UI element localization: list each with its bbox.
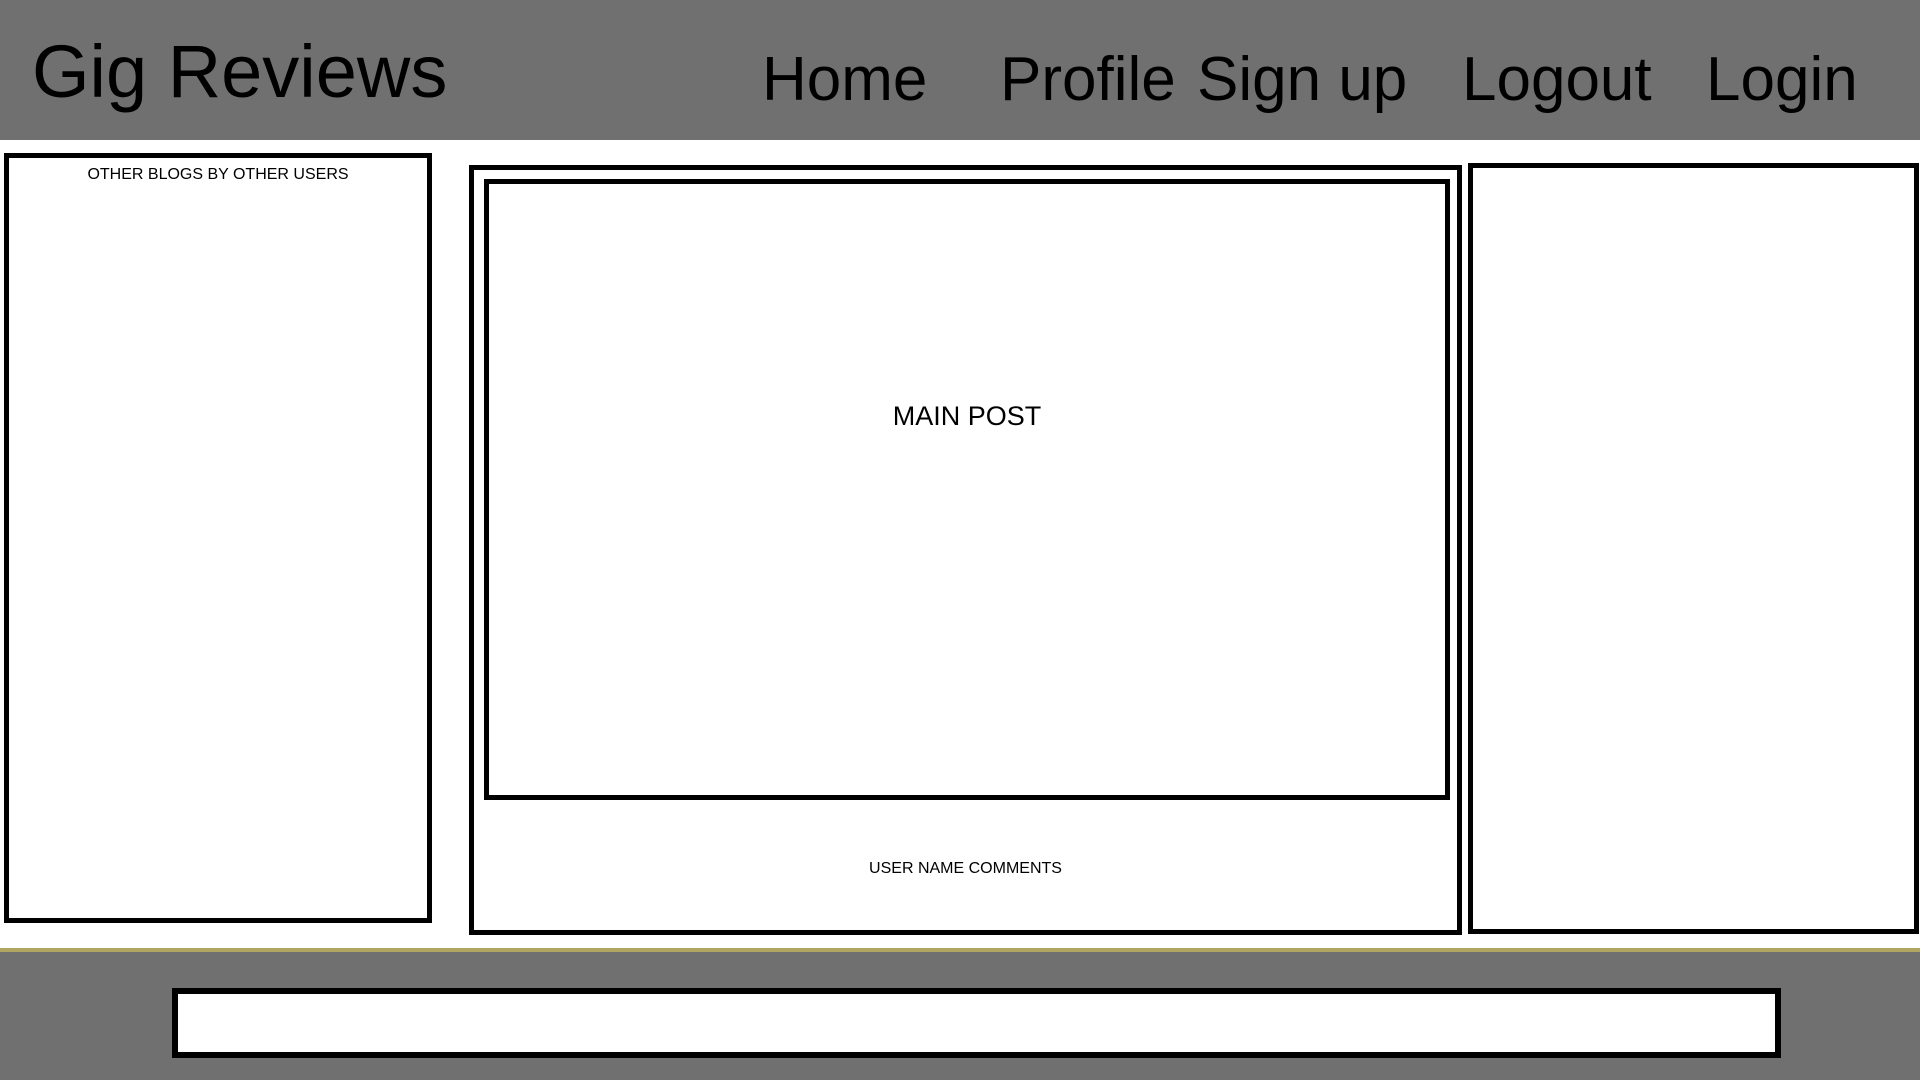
nav-signup-link[interactable]: Sign up xyxy=(1197,44,1407,116)
site-footer xyxy=(0,952,1920,1080)
site-header: Gig Reviews Home Profile Sign up Logout … xyxy=(0,0,1920,140)
right-sidebar-panel xyxy=(1468,163,1919,934)
nav-home-link[interactable]: Home xyxy=(762,44,927,116)
other-blogs-panel: OTHER BLOGS BY OTHER USERS xyxy=(4,153,432,923)
nav-profile-link[interactable]: Profile xyxy=(1000,44,1176,116)
nav-logout-link[interactable]: Logout xyxy=(1462,44,1652,116)
main-post-label: MAIN POST xyxy=(892,401,1042,431)
footer-content-box xyxy=(172,988,1781,1058)
center-content-panel: MAIN POST USER NAME COMMENTS xyxy=(469,165,1462,935)
site-title[interactable]: Gig Reviews xyxy=(32,28,447,116)
main-post-box: MAIN POST xyxy=(484,179,1450,800)
other-blogs-title: OTHER BLOGS BY OTHER USERS xyxy=(87,166,349,183)
user-comments-label: USER NAME COMMENTS xyxy=(869,860,1062,877)
nav-login-link[interactable]: Login xyxy=(1706,44,1858,116)
